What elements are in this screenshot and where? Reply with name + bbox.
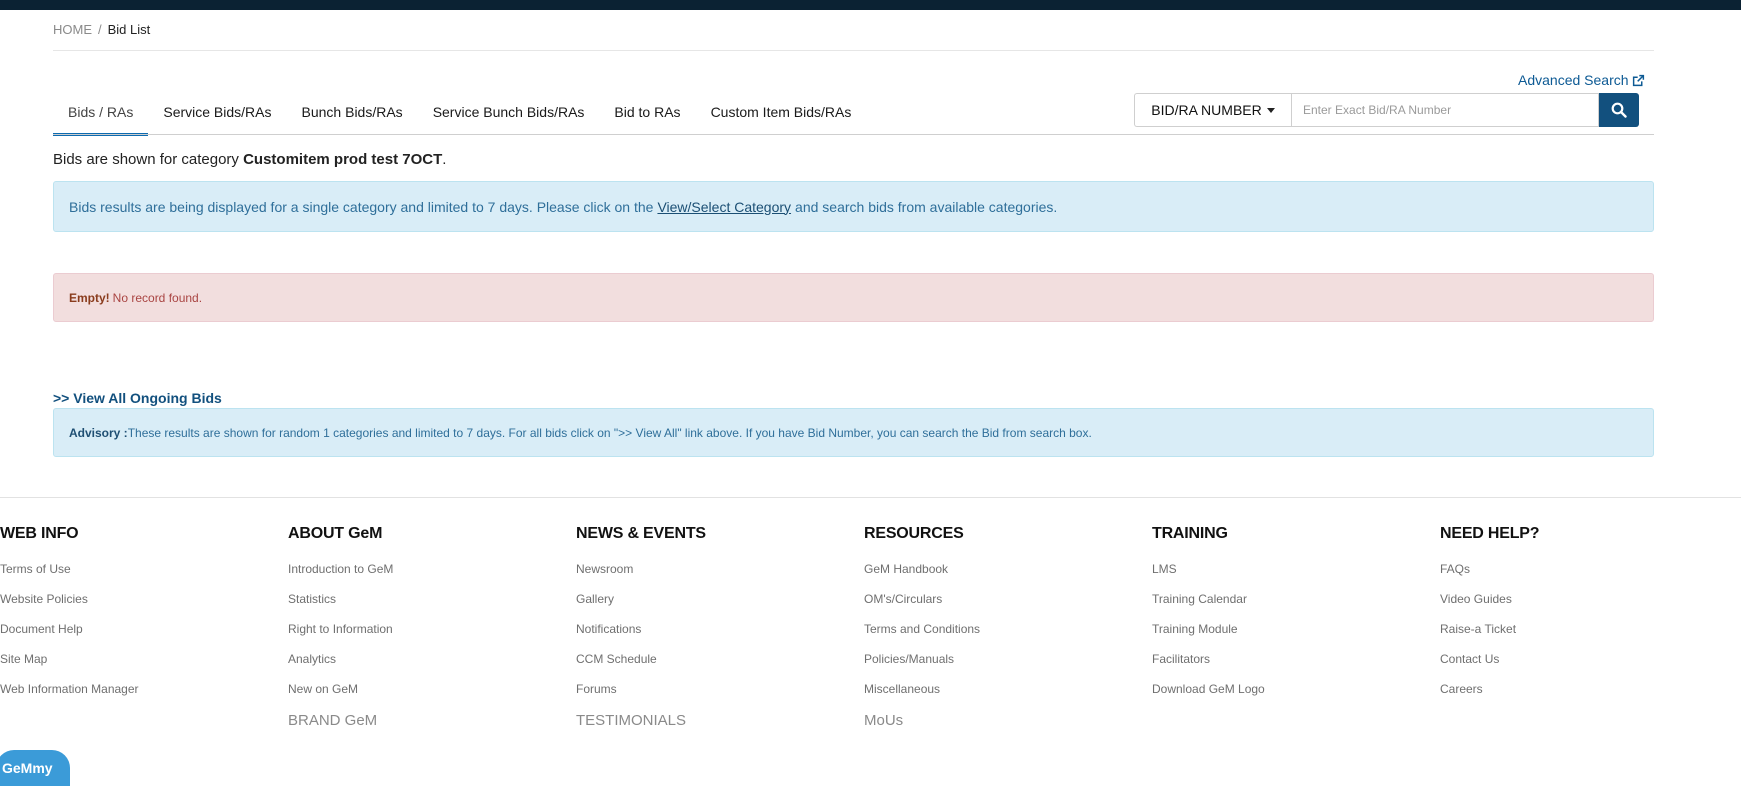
footer-link[interactable]: OM's/Circulars — [864, 592, 980, 622]
footer-link[interactable]: Training Module — [1152, 622, 1265, 652]
search-button[interactable] — [1599, 93, 1639, 127]
footer-link[interactable]: GeM Handbook — [864, 562, 980, 592]
footer-link[interactable]: Document Help — [0, 622, 139, 652]
footer-link[interactable]: Site Map — [0, 652, 139, 682]
footer-link[interactable]: Statistics — [288, 592, 393, 622]
footer-link[interactable]: Website Policies — [0, 592, 139, 622]
tab-bids-ras[interactable]: Bids / RAs — [53, 96, 149, 136]
view-select-category-link[interactable]: View/Select Category — [657, 199, 791, 215]
mous-link[interactable]: MoUs — [864, 712, 980, 729]
advisory-alert: Advisory : These results are shown for r… — [53, 408, 1654, 457]
breadcrumb: HOME / Bid List — [53, 22, 150, 37]
info-text-after: and search bids from available categorie… — [795, 198, 1058, 215]
footer-link[interactable]: Notifications — [576, 622, 706, 652]
footer-link[interactable]: Gallery — [576, 592, 706, 622]
view-all-ongoing-bids-link[interactable]: >> View All Ongoing Bids — [53, 390, 222, 406]
tab-service-bids[interactable]: Service Bids/RAs — [148, 96, 286, 136]
footer-link[interactable]: Policies/Manuals — [864, 652, 980, 682]
footer-heading-training: TRAINING — [1152, 525, 1228, 542]
top-bar — [0, 0, 1741, 10]
external-link-icon — [1632, 74, 1644, 86]
footer-divider — [0, 497, 1741, 498]
bid-tabs: Bids / RAs Service Bids/RAs Bunch Bids/R… — [53, 96, 866, 136]
category-statement: Bids are shown for category Customitem p… — [53, 151, 446, 168]
empty-alert-text: No record found. — [112, 290, 203, 305]
footer-link[interactable]: LMS — [1152, 562, 1265, 592]
breadcrumb-divider — [53, 50, 1654, 51]
footer-link[interactable]: CCM Schedule — [576, 652, 706, 682]
footer-heading-resources: RESOURCES — [864, 525, 964, 542]
footer-link[interactable]: Terms and Conditions — [864, 622, 980, 652]
footer-link[interactable]: Right to Information — [288, 622, 393, 652]
gemmy-chatbot-button[interactable]: GeMmy — [0, 750, 70, 786]
advanced-search-link[interactable]: Advanced Search — [1518, 72, 1645, 88]
search-type-dropdown[interactable]: BID/RA NUMBER — [1134, 93, 1291, 127]
footer-link[interactable]: Newsroom — [576, 562, 706, 592]
footer-news: NEWS & EVENTS Newsroom Gallery Notificat… — [576, 525, 706, 729]
empty-alert-strong: Empty! — [69, 290, 110, 305]
footer-link[interactable]: Analytics — [288, 652, 393, 682]
advanced-search-label: Advanced Search — [1518, 72, 1629, 88]
testimonials-link[interactable]: TESTIMONIALS — [576, 712, 706, 729]
brand-gem-link[interactable]: BRAND GeM — [288, 712, 393, 729]
footer-link[interactable]: Miscellaneous — [864, 682, 980, 712]
footer-link[interactable]: Training Calendar — [1152, 592, 1265, 622]
empty-alert: Empty! No record found. — [53, 273, 1654, 322]
footer-link[interactable]: Terms of Use — [0, 562, 139, 592]
caret-down-icon — [1266, 107, 1275, 113]
search-type-label: BID/RA NUMBER — [1151, 102, 1262, 118]
breadcrumb-current: Bid List — [107, 22, 151, 37]
footer-heading-web-info: WEB INFO — [0, 525, 79, 542]
bid-search: BID/RA NUMBER — [1134, 93, 1639, 127]
footer-link[interactable]: Video Guides — [1440, 592, 1539, 622]
footer-link[interactable]: Raise-a Ticket — [1440, 622, 1539, 652]
category-name: Customitem prod test 7OCT — [243, 151, 443, 168]
category-suffix: . — [442, 151, 447, 168]
breadcrumb-separator: / — [98, 22, 102, 37]
tab-bunch-bids[interactable]: Bunch Bids/RAs — [287, 96, 418, 136]
bid-number-input[interactable] — [1291, 93, 1599, 127]
footer-link[interactable]: FAQs — [1440, 562, 1539, 592]
advisory-strong: Advisory : — [69, 425, 128, 440]
footer-link[interactable]: Web Information Manager — [0, 682, 139, 712]
footer-link[interactable]: Download GeM Logo — [1152, 682, 1265, 712]
footer-training: TRAINING LMS Training Calendar Training … — [1152, 525, 1265, 712]
category-prefix: Bids are shown for category — [53, 151, 244, 168]
tab-bid-to-ras[interactable]: Bid to RAs — [599, 96, 695, 136]
footer-heading-help: NEED HELP? — [1440, 525, 1540, 542]
footer-link[interactable]: Contact Us — [1440, 652, 1539, 682]
footer-link[interactable]: New on GeM — [288, 682, 393, 712]
advisory-text: These results are shown for random 1 cat… — [127, 425, 1092, 440]
footer-heading-news: NEWS & EVENTS — [576, 525, 706, 542]
tabs-underline — [53, 134, 1654, 135]
info-alert: Bids results are being displayed for a s… — [53, 181, 1654, 232]
footer-help: NEED HELP? FAQs Video Guides Raise-a Tic… — [1440, 525, 1540, 712]
footer-heading-about: ABOUT GeM — [288, 525, 383, 542]
tab-custom-item-bids[interactable]: Custom Item Bids/RAs — [696, 96, 867, 136]
footer-link[interactable]: Forums — [576, 682, 706, 712]
search-icon — [1611, 102, 1627, 118]
footer-link[interactable]: Careers — [1440, 682, 1539, 712]
footer-link[interactable]: Facilitators — [1152, 652, 1265, 682]
footer-resources: RESOURCES GeM Handbook OM's/Circulars Te… — [864, 525, 980, 729]
footer-about: ABOUT GeM Introduction to GeM Statistics… — [288, 525, 393, 729]
footer-link[interactable]: Introduction to GeM — [288, 562, 393, 592]
info-text-before: Bids results are being displayed for a s… — [69, 198, 654, 215]
tab-service-bunch-bids[interactable]: Service Bunch Bids/RAs — [418, 96, 600, 136]
footer-web-info: WEB INFO Terms of Use Website Policies D… — [0, 525, 139, 712]
breadcrumb-home[interactable]: HOME — [53, 22, 92, 37]
